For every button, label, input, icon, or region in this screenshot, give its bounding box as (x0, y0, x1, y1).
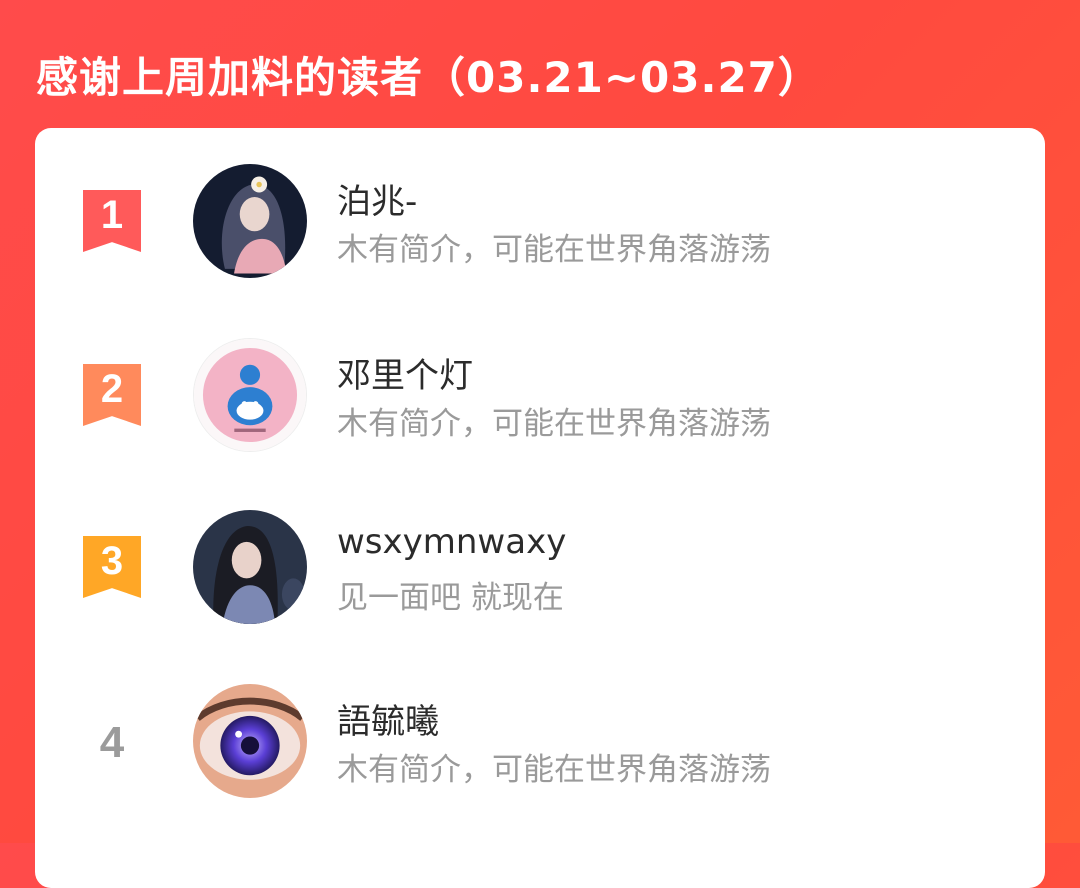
reader-name[interactable]: 語毓曦 (337, 694, 439, 743)
avatar[interactable] (193, 684, 307, 798)
avatar[interactable] (193, 338, 307, 452)
rank-badge: 2 (83, 364, 141, 426)
reader-bio: 见一面吧 就现在 (337, 580, 564, 616)
reader-bio: 木有简介，可能在世界角落游荡 (337, 232, 771, 268)
page-title: 感谢上周加料的读者（03.21~03.27） (36, 53, 821, 102)
list-item[interactable]: 2 邓里个灯 木有简介，可能在世界角落游荡 (35, 334, 1045, 454)
rank-badge: 3 (83, 536, 141, 598)
list-item[interactable]: 4 語毓曦 木有简介，可能在世界角落游荡 (35, 680, 1045, 800)
readers-card: 1 泊兆- 木有简介，可能在世界角落游荡 2 邓里个灯 木有简介，可能在世界角落… (35, 128, 1045, 888)
reader-name[interactable]: 泊兆- (337, 174, 417, 223)
reader-name[interactable]: 邓里个灯 (337, 348, 473, 397)
list-item[interactable]: 1 泊兆- 木有简介，可能在世界角落游荡 (35, 160, 1045, 280)
reader-name[interactable]: wsxymnwaxy (337, 522, 566, 562)
rank-badge: 1 (83, 190, 141, 252)
reader-bio: 木有简介，可能在世界角落游荡 (337, 406, 771, 442)
rank-number: 4 (99, 718, 125, 767)
avatar[interactable] (193, 510, 307, 624)
list-item[interactable]: 3 wsxymnwaxy 见一面吧 就现在 (35, 508, 1045, 628)
reader-bio: 木有简介，可能在世界角落游荡 (337, 752, 771, 788)
avatar[interactable] (193, 164, 307, 278)
